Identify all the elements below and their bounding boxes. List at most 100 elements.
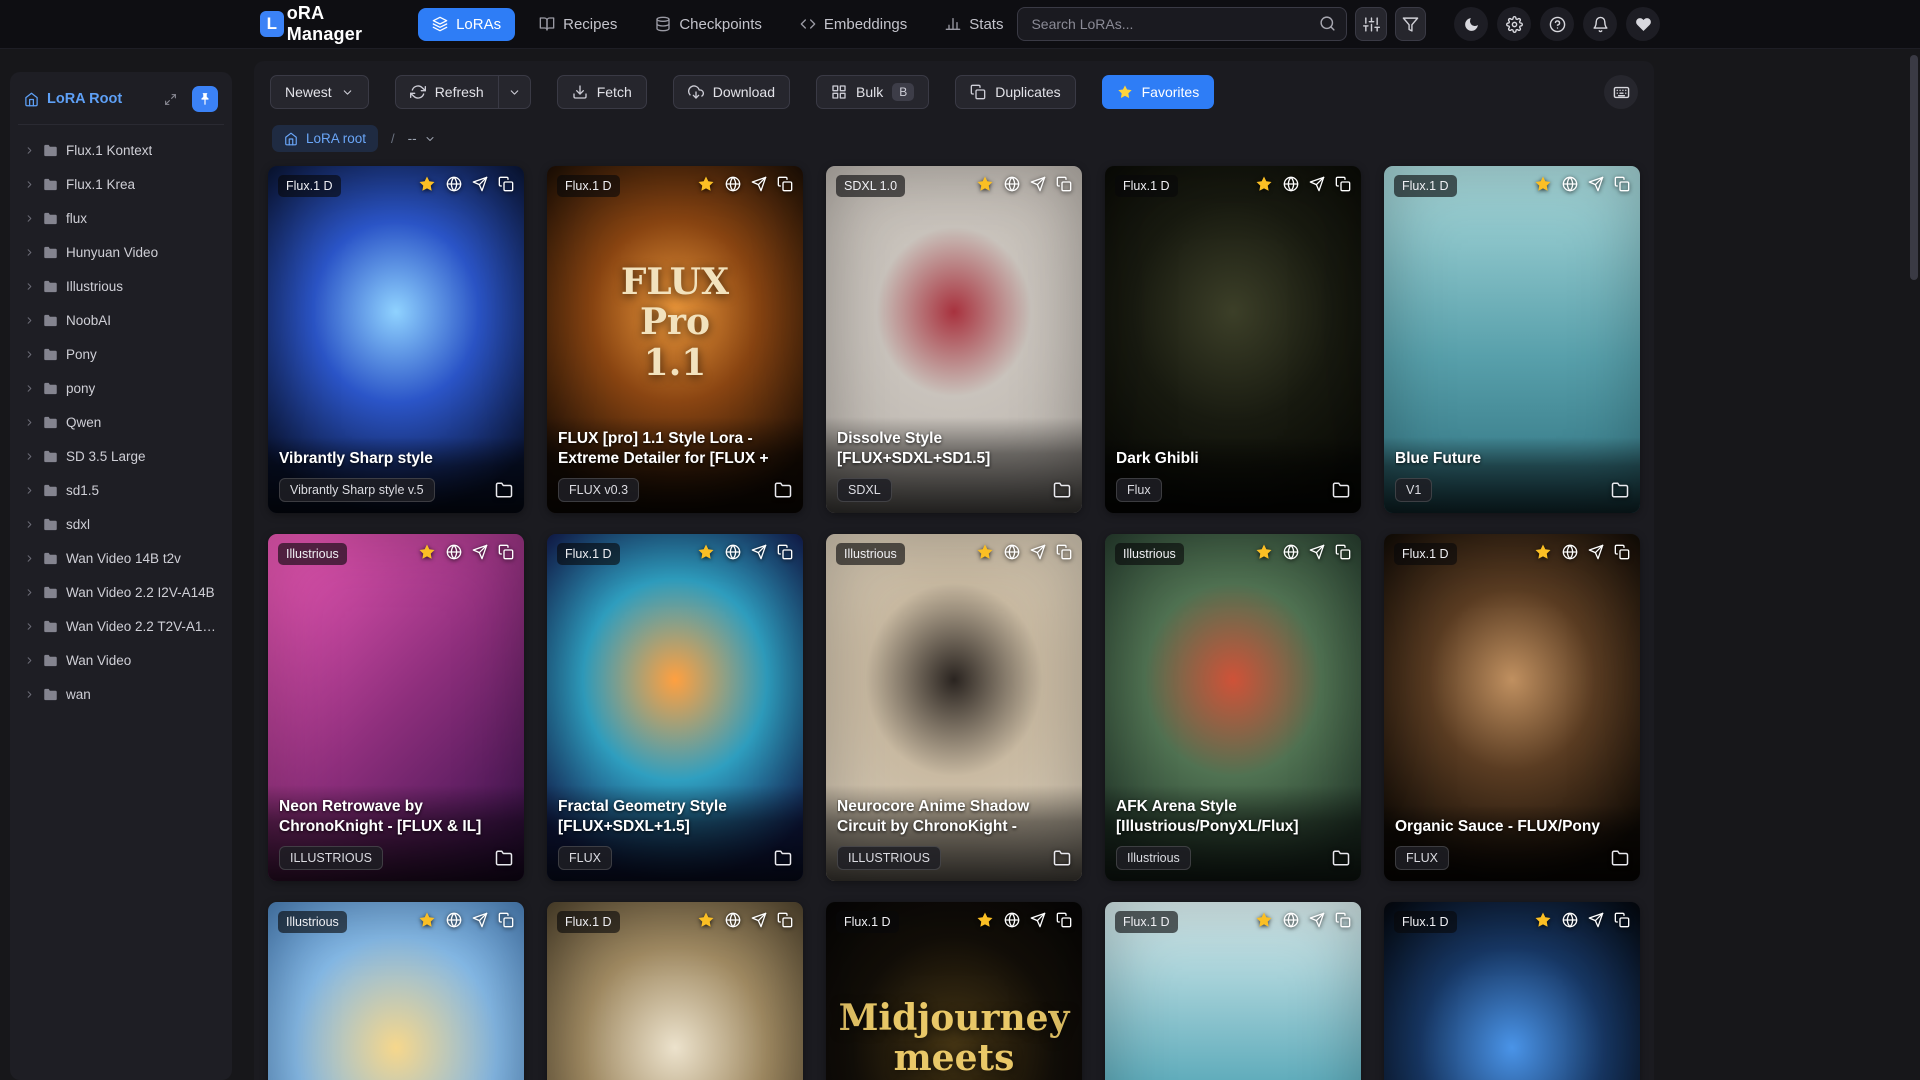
send-icon[interactable] <box>1588 176 1604 192</box>
folder-open-icon[interactable] <box>495 481 513 499</box>
favorite-star-icon[interactable] <box>1255 543 1273 561</box>
help-icon[interactable] <box>1540 7 1575 41</box>
send-icon[interactable] <box>751 544 767 560</box>
globe-icon[interactable] <box>1283 544 1299 560</box>
folder-tree-item[interactable]: Wan Video 14B t2v <box>18 541 224 575</box>
lora-card[interactable]: FLUX Pro 1.1 Flux.1 D FLUX [pro] 1.1 Sty… <box>547 166 803 513</box>
globe-icon[interactable] <box>1004 912 1020 928</box>
folder-open-icon[interactable] <box>1332 849 1350 867</box>
folder-tree-item[interactable]: Flux.1 Kontext <box>18 133 224 167</box>
send-icon[interactable] <box>1309 912 1325 928</box>
favorite-star-icon[interactable] <box>697 175 715 193</box>
copy-icon[interactable] <box>777 544 793 560</box>
favorite-star-icon[interactable] <box>697 911 715 929</box>
copy-icon[interactable] <box>1056 544 1072 560</box>
folder-tree-item[interactable]: Qwen <box>18 405 224 439</box>
bell-icon[interactable] <box>1583 7 1618 41</box>
lora-card[interactable]: Flux.1 D <box>1105 902 1361 1080</box>
scrollbar-thumb[interactable] <box>1910 55 1918 280</box>
folder-tree-item[interactable]: Hunyuan Video <box>18 235 224 269</box>
globe-icon[interactable] <box>1562 544 1578 560</box>
lora-card[interactable]: Flux.1 D <box>547 902 803 1080</box>
version-pill[interactable]: ILLUSTRIOUS <box>837 846 941 870</box>
copy-icon[interactable] <box>777 176 793 192</box>
version-pill[interactable]: FLUX <box>1395 846 1449 870</box>
folder-tree-item[interactable]: SD 3.5 Large <box>18 439 224 473</box>
heart-icon[interactable] <box>1626 7 1661 41</box>
globe-icon[interactable] <box>725 544 741 560</box>
copy-icon[interactable] <box>498 912 514 928</box>
copy-icon[interactable] <box>1335 912 1351 928</box>
lora-card[interactable]: Illustrious Neurocore Anime Shadow Circu… <box>826 534 1082 881</box>
moon-icon[interactable] <box>1454 7 1489 41</box>
sidebar-root-label[interactable]: LoRA Root <box>47 91 156 107</box>
folder-tree-item[interactable]: pony <box>18 371 224 405</box>
pin-sidebar-button[interactable] <box>192 86 218 112</box>
globe-icon[interactable] <box>725 912 741 928</box>
globe-icon[interactable] <box>1562 912 1578 928</box>
globe-icon[interactable] <box>446 912 462 928</box>
folder-tree-item[interactable]: Pony <box>18 337 224 371</box>
folder-tree-item[interactable]: Flux.1 Krea <box>18 167 224 201</box>
send-icon[interactable] <box>1030 544 1046 560</box>
lora-card[interactable]: Flux.1 D <box>1384 902 1640 1080</box>
send-icon[interactable] <box>1030 912 1046 928</box>
send-icon[interactable] <box>472 544 488 560</box>
send-icon[interactable] <box>472 912 488 928</box>
folder-open-icon[interactable] <box>1053 481 1071 499</box>
send-icon[interactable] <box>751 912 767 928</box>
globe-icon[interactable] <box>725 176 741 192</box>
lora-card[interactable]: Illustrious <box>268 902 524 1080</box>
lora-card[interactable]: Flux.1 D Vibrantly Sharp style Vibrantly… <box>268 166 524 513</box>
search-options-button[interactable] <box>1355 7 1387 41</box>
folder-open-icon[interactable] <box>774 849 792 867</box>
refresh-button[interactable]: Refresh <box>394 75 499 109</box>
fetch-button[interactable]: Fetch <box>556 75 647 109</box>
folder-tree-item[interactable]: sd1.5 <box>18 473 224 507</box>
nav-item[interactable]: LoRAs <box>418 7 516 41</box>
copy-icon[interactable] <box>1614 912 1630 928</box>
version-pill[interactable]: Flux <box>1116 478 1162 502</box>
favorite-star-icon[interactable] <box>976 175 994 193</box>
folder-tree-item[interactable]: NoobAI <box>18 303 224 337</box>
lora-card[interactable]: Illustrious Neon Retrowave by ChronoKnig… <box>268 534 524 881</box>
folder-tree-item[interactable]: flux <box>18 201 224 235</box>
copy-icon[interactable] <box>498 176 514 192</box>
send-icon[interactable] <box>1588 544 1604 560</box>
nav-item[interactable]: Embeddings <box>786 8 921 41</box>
version-pill[interactable]: Illustrious <box>1116 846 1191 870</box>
folder-open-icon[interactable] <box>1611 849 1629 867</box>
copy-icon[interactable] <box>498 544 514 560</box>
filter-button[interactable] <box>1394 7 1427 41</box>
globe-icon[interactable] <box>1283 176 1299 192</box>
keyboard-shortcuts-button[interactable] <box>1604 75 1638 109</box>
folder-tree-item[interactable]: sdxl <box>18 507 224 541</box>
folder-tree-item[interactable]: Wan Video 2.2 I2V-A14B <box>18 575 224 609</box>
lora-card[interactable]: Flux.1 D Fractal Geometry Style [FLUX+SD… <box>547 534 803 881</box>
copy-icon[interactable] <box>1614 544 1630 560</box>
breadcrumb-current[interactable]: -- <box>408 131 436 146</box>
nav-item[interactable]: Checkpoints <box>641 8 776 41</box>
version-pill[interactable]: FLUX v0.3 <box>558 478 640 502</box>
favorite-star-icon[interactable] <box>1255 911 1273 929</box>
folder-tree-item[interactable]: wan <box>18 677 224 711</box>
favorite-star-icon[interactable] <box>1534 543 1552 561</box>
folder-open-icon[interactable] <box>495 849 513 867</box>
version-pill[interactable]: ILLUSTRIOUS <box>279 846 383 870</box>
send-icon[interactable] <box>1030 176 1046 192</box>
refresh-menu-button[interactable] <box>498 75 531 109</box>
breadcrumb-root[interactable]: LoRA root <box>272 125 379 152</box>
version-pill[interactable]: Vibrantly Sharp style v.5 <box>279 478 435 502</box>
copy-icon[interactable] <box>1614 176 1630 192</box>
send-icon[interactable] <box>1588 912 1604 928</box>
favorite-star-icon[interactable] <box>1534 175 1552 193</box>
copy-icon[interactable] <box>1056 912 1072 928</box>
folder-tree-item[interactable]: Wan Video <box>18 643 224 677</box>
copy-icon[interactable] <box>1056 176 1072 192</box>
globe-icon[interactable] <box>1283 912 1299 928</box>
sort-select[interactable]: Newest <box>270 75 369 109</box>
search-input[interactable] <box>1017 7 1348 41</box>
nav-item[interactable]: Stats <box>931 8 1017 41</box>
version-pill[interactable]: FLUX <box>558 846 612 870</box>
send-icon[interactable] <box>751 176 767 192</box>
